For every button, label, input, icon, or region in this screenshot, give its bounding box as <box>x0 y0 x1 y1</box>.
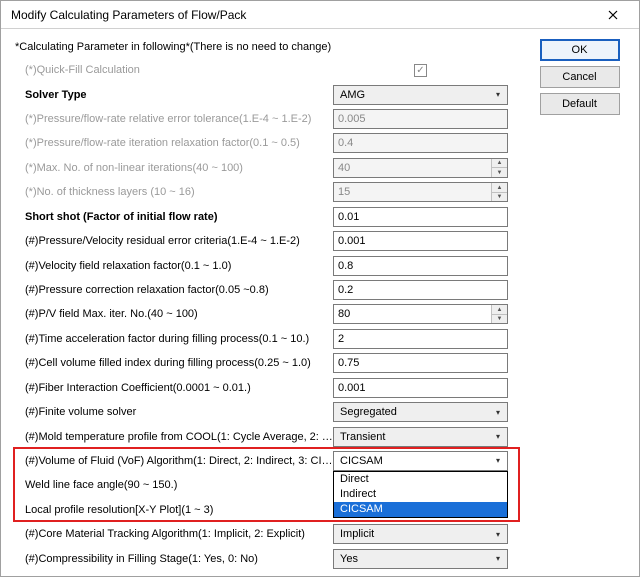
chevron-down-icon: ▾ <box>489 452 507 470</box>
label-pv-error: (#)Pressure/Velocity residual error crit… <box>13 235 333 247</box>
solver-type-select[interactable]: AMG ▾ <box>333 85 508 105</box>
spinner-arrows[interactable]: ▲▼ <box>491 183 507 201</box>
row-pf-error: (*)Pressure/flow-rate relative error tol… <box>13 108 528 130</box>
row-cell-fill: (#)Cell volume filled index during filli… <box>13 352 528 374</box>
label-vof: (#)Volume of Fluid (VoF) Algorithm(1: Di… <box>13 455 333 467</box>
dialog-body: *Calculating Parameter in following*(The… <box>1 29 639 576</box>
quickfill-checkbox[interactable]: ✓ <box>414 64 427 77</box>
row-core-track: (#)Core Material Tracking Algorithm(1: I… <box>13 523 528 545</box>
label-max-nonlinear: (*)Max. No. of non-linear iterations(40 … <box>13 162 333 174</box>
row-thickness-layers: (*)No. of thickness layers (10 ~ 16) 15▲… <box>13 181 528 203</box>
chevron-down-icon: ▾ <box>489 428 507 446</box>
cell-fill-input[interactable]: 0.75 <box>333 353 508 373</box>
row-pv-max: (#)P/V field Max. iter. No.(40 ~ 100) 80… <box>13 303 528 325</box>
pf-iter-input[interactable]: 0.4 <box>333 133 508 153</box>
label-fiber: (#)Fiber Interaction Coefficient(0.0001 … <box>13 382 333 394</box>
max-nonlinear-spinner[interactable]: 40▲▼ <box>333 158 508 178</box>
fiber-input[interactable]: 0.001 <box>333 378 508 398</box>
label-mold-temp: (#)Mold temperature profile from COOL(1:… <box>13 431 333 443</box>
vof-select[interactable]: CICSAM ▾ <box>333 451 508 471</box>
row-p-relax: (#)Pressure correction relaxation factor… <box>13 279 528 301</box>
dialog-window: Modify Calculating Parameters of Flow/Pa… <box>0 0 640 577</box>
label-weld: Weld line face angle(90 ~ 150.) <box>13 479 333 491</box>
row-vel-relax: (#)Velocity field relaxation factor(0.1 … <box>13 254 528 276</box>
label-compress: (#)Compressibility in Filling Stage(1: Y… <box>13 553 333 565</box>
label-thickness-layers: (*)No. of thickness layers (10 ~ 16) <box>13 186 333 198</box>
label-quickfill: (*)Quick-Fill Calculation <box>13 64 333 76</box>
pf-error-input[interactable]: 0.005 <box>333 109 508 129</box>
compress-select[interactable]: Yes▾ <box>333 549 508 569</box>
spinner-arrows[interactable]: ▲▼ <box>491 159 507 177</box>
label-solver-type: Solver Type <box>13 89 333 101</box>
close-button[interactable] <box>593 1 633 29</box>
row-fv-solver: (#)Finite volume solver Segregated▾ <box>13 401 528 423</box>
label-pf-iter: (*)Pressure/flow-rate iteration relaxati… <box>13 137 333 149</box>
label-pv-max: (#)P/V field Max. iter. No.(40 ~ 100) <box>13 308 333 320</box>
chevron-down-icon: ▾ <box>489 550 507 568</box>
form-column: *Calculating Parameter in following*(The… <box>13 37 528 572</box>
p-relax-input[interactable]: 0.2 <box>333 280 508 300</box>
row-fiber: (#)Fiber Interaction Coefficient(0.0001 … <box>13 376 528 398</box>
vof-option[interactable]: Direct <box>334 472 507 487</box>
row-pv-error: (#)Pressure/Velocity residual error crit… <box>13 230 528 252</box>
row-mold-temp: (#)Mold temperature profile from COOL(1:… <box>13 425 528 447</box>
label-fv-solver: (#)Finite volume solver <box>13 406 333 418</box>
row-max-nonlinear: (*)Max. No. of non-linear iterations(40 … <box>13 157 528 179</box>
row-solver-type: Solver Type AMG ▾ <box>13 83 528 105</box>
chevron-down-icon: ▾ <box>489 86 507 104</box>
solver-type-value: AMG <box>334 89 489 101</box>
thickness-spinner[interactable]: 15▲▼ <box>333 182 508 202</box>
label-cell-fill: (#)Cell volume filled index during filli… <box>13 357 333 369</box>
mold-temp-select[interactable]: Transient▾ <box>333 427 508 447</box>
label-pf-error: (*)Pressure/flow-rate relative error tol… <box>13 113 333 125</box>
default-button[interactable]: Default <box>540 93 620 115</box>
row-short-shot: Short shot (Factor of initial flow rate)… <box>13 206 528 228</box>
ok-button[interactable]: OK <box>540 39 620 61</box>
row-quickfill: (*)Quick-Fill Calculation ✓ <box>13 59 528 81</box>
quickfill-checkbox-wrap: ✓ <box>333 64 508 77</box>
row-pf-iter: (*)Pressure/flow-rate iteration relaxati… <box>13 132 528 154</box>
cancel-button[interactable]: Cancel <box>540 66 620 88</box>
label-short-shot: Short shot (Factor of initial flow rate) <box>13 211 333 223</box>
label-core-track: (#)Core Material Tracking Algorithm(1: I… <box>13 528 333 540</box>
vof-dropdown[interactable]: DirectIndirectCICSAM <box>333 471 508 518</box>
row-time-acc: (#)Time acceleration factor during filli… <box>13 328 528 350</box>
time-acc-input[interactable]: 2 <box>333 329 508 349</box>
chevron-down-icon: ▾ <box>489 525 507 543</box>
close-icon <box>608 10 618 20</box>
section-title: *Calculating Parameter in following*(The… <box>13 37 528 59</box>
chevron-down-icon: ▾ <box>489 403 507 421</box>
pv-error-input[interactable]: 0.001 <box>333 231 508 251</box>
titlebar: Modify Calculating Parameters of Flow/Pa… <box>1 1 639 29</box>
short-shot-input[interactable]: 0.01 <box>333 207 508 227</box>
label-p-relax: (#)Pressure correction relaxation factor… <box>13 284 333 296</box>
label-local-prof: Local profile resolution[X-Y Plot](1 ~ 3… <box>13 504 333 516</box>
spinner-arrows[interactable]: ▲▼ <box>491 305 507 323</box>
vof-option[interactable]: CICSAM <box>334 502 507 517</box>
vof-option[interactable]: Indirect <box>334 487 507 502</box>
pv-max-spinner[interactable]: 80▲▼ <box>333 304 508 324</box>
row-vof: (#)Volume of Fluid (VoF) Algorithm(1: Di… <box>13 450 528 472</box>
label-time-acc: (#)Time acceleration factor during filli… <box>13 333 333 345</box>
row-compress: (#)Compressibility in Filling Stage(1: Y… <box>13 547 528 569</box>
label-vel-relax: (#)Velocity field relaxation factor(0.1 … <box>13 260 333 272</box>
fv-solver-select[interactable]: Segregated▾ <box>333 402 508 422</box>
vel-relax-input[interactable]: 0.8 <box>333 256 508 276</box>
window-title: Modify Calculating Parameters of Flow/Pa… <box>11 8 593 22</box>
core-track-select[interactable]: Implicit▾ <box>333 524 508 544</box>
buttons-column: OK Cancel Default <box>528 37 631 572</box>
